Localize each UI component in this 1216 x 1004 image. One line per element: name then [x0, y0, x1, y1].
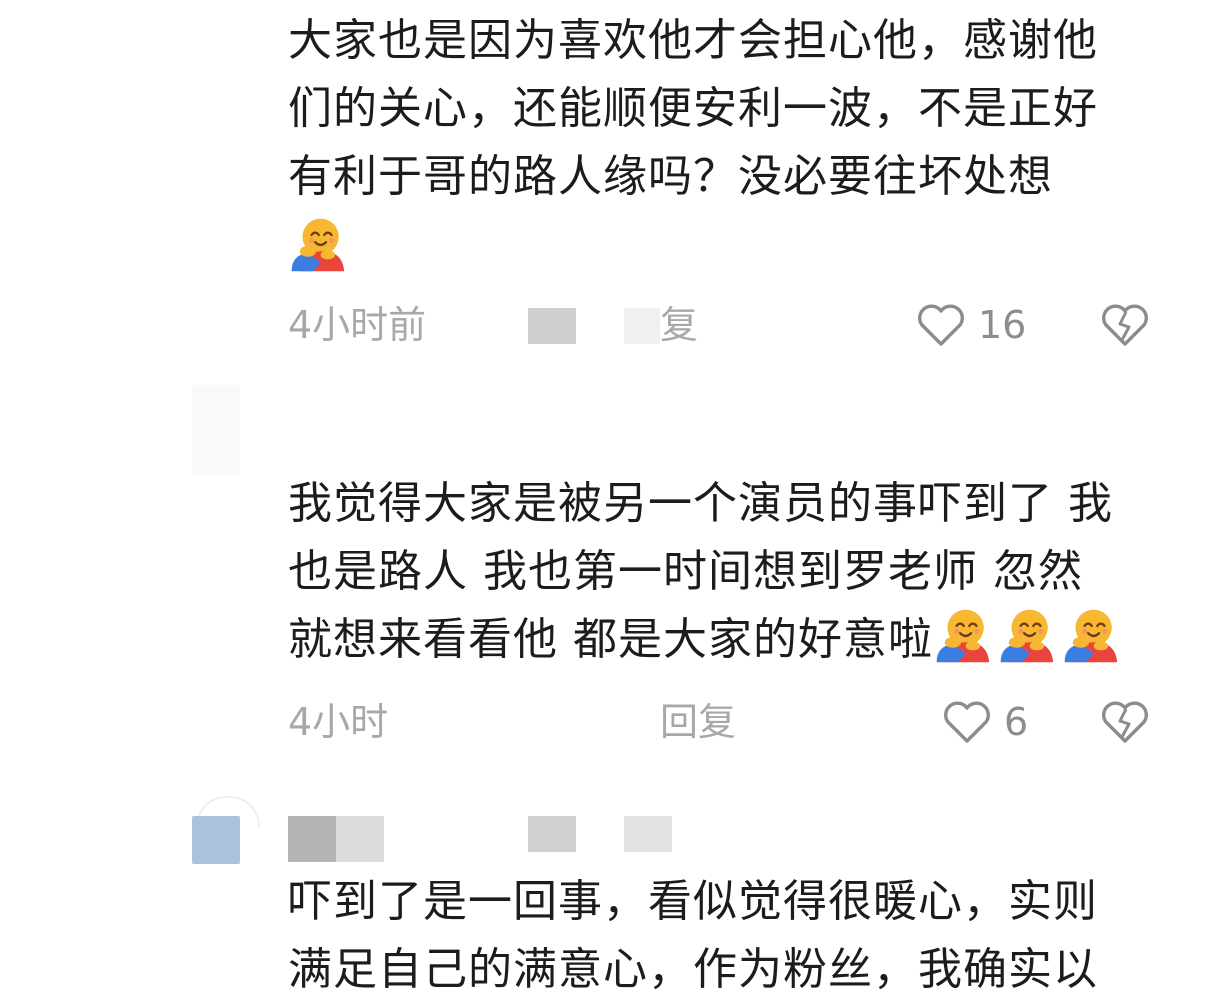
- emoji-line: [288, 215, 352, 273]
- comment-text: 大家也是因为喜欢他才会担心他，感谢他 们的关心，还能顺便安利一波，不是正好 有利…: [288, 15, 1098, 202]
- redacted-block: [528, 816, 576, 852]
- broken-heart-icon[interactable]: [1100, 302, 1150, 348]
- redacted-block: [528, 308, 576, 344]
- reply-button[interactable]: 复: [660, 300, 698, 350]
- hugging-face-emoji-icon: [288, 215, 346, 273]
- comment-meta: 4小时前 复 16: [288, 300, 1168, 350]
- heart-outline-icon[interactable]: [942, 699, 992, 745]
- hugging-face-emoji-icon: [1061, 606, 1119, 664]
- avatar[interactable]: [192, 385, 240, 475]
- redacted-block: [624, 308, 660, 344]
- heart-outline-icon[interactable]: [916, 302, 966, 348]
- hugging-face-emoji-icon: [997, 606, 1055, 664]
- comment-text: 我觉得大家是被另一个演员的事吓到了 我 也是路人 我也第一时间想到罗老师 忽然 …: [288, 470, 1178, 674]
- comment-meta: 4小时 回复 6: [288, 697, 1168, 747]
- redacted-block: [624, 816, 672, 852]
- like-count: 6: [1004, 700, 1029, 744]
- redacted-username[interactable]: [288, 816, 336, 862]
- hugging-face-emoji-icon: [933, 606, 991, 664]
- timestamp: 4小时: [288, 700, 389, 744]
- redacted-block: [394, 701, 654, 743]
- avatar-image[interactable]: [192, 816, 240, 864]
- comment-text: 吓到了是一回事，看似觉得很暖心，实则 满足自己的满意心，作为粉丝，我确实以: [288, 876, 1098, 995]
- timestamp: 4小时前: [288, 303, 427, 347]
- like-count: 16: [978, 303, 1027, 347]
- redacted-username[interactable]: [336, 816, 384, 862]
- reply-button[interactable]: 回复: [660, 697, 736, 747]
- broken-heart-icon[interactable]: [1100, 699, 1150, 745]
